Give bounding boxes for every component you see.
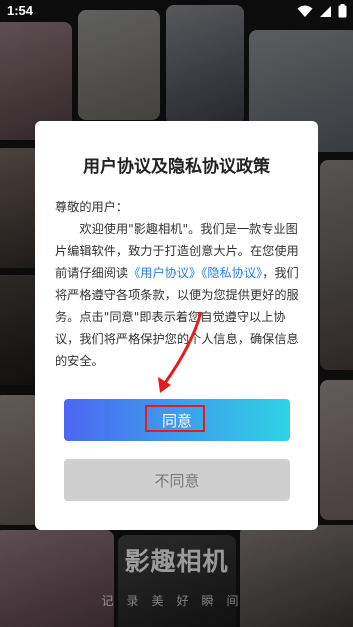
disagree-button[interactable]: 不同意 — [64, 459, 290, 501]
disagree-button-label: 不同意 — [154, 471, 200, 490]
agreement-dialog: 用户协议及隐私协议政策 尊敬的用户： 欢迎使用"影趣相机"。我们是一款专业图片编… — [35, 121, 318, 530]
status-time: 1:54 — [7, 3, 34, 18]
dialog-title: 用户协议及隐私协议政策 — [83, 157, 270, 177]
agree-button[interactable]: 同意 — [64, 399, 290, 441]
privacy-agreement-link[interactable]: 《隐私协议》 — [201, 266, 262, 280]
brand-logo-text: 影趣相机 — [124, 547, 229, 576]
body-text: ，我们将严格遵守各项条款，以便为您提供更好的服务。点击"同意"即表示着您自觉遵守… — [55, 266, 299, 368]
greeting: 尊敬的用户： — [55, 200, 129, 214]
brand-slogan: 记录美好瞬间 — [101, 594, 252, 608]
highlight-box — [145, 405, 205, 432]
status-icons — [297, 4, 347, 18]
status-bar: 1:54 — [0, 0, 353, 24]
battery-icon — [338, 4, 347, 18]
agreement-paragraph: 欢迎使用"影趣相机"。我们是一款专业图片编辑软件，致力于打造创意大片。在您使用前… — [55, 218, 300, 372]
dialog-body: 尊敬的用户： 欢迎使用"影趣相机"。我们是一款专业图片编辑软件，致力于打造创意大… — [55, 196, 300, 372]
user-agreement-link[interactable]: 《用户协议》 — [128, 266, 201, 280]
wifi-icon — [297, 5, 313, 17]
signal-icon — [320, 5, 331, 17]
